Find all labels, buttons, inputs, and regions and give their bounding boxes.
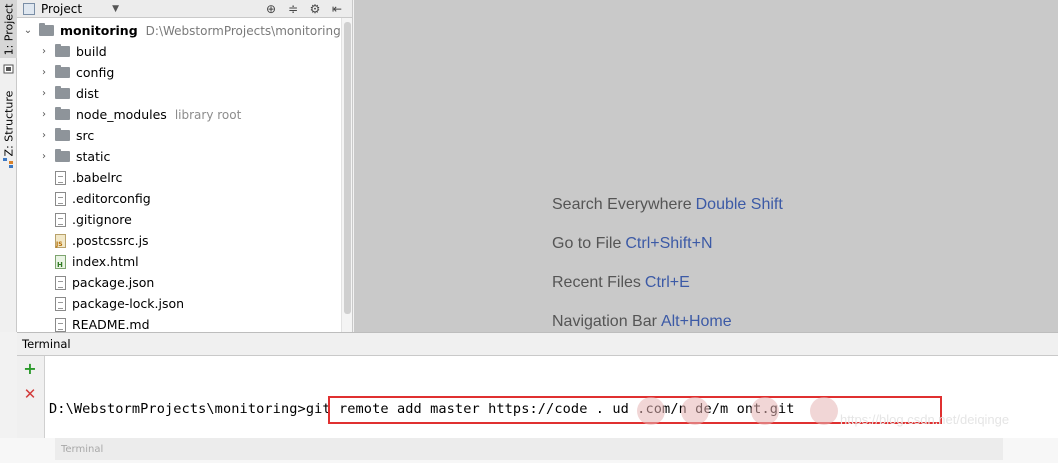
text-file-icon (55, 191, 66, 206)
tree-item-label: src (76, 128, 95, 143)
hint-go-to-file: Go to File Ctrl+Shift+N (552, 235, 713, 253)
chevron-right-icon[interactable]: › (37, 109, 51, 120)
project-panel-header: Project ▼ ⊕ ≑ ⚙ ⇤ (17, 0, 352, 18)
folder-icon (55, 107, 70, 120)
project-scrollbar-thumb[interactable] (344, 22, 351, 314)
redaction-mark (810, 397, 838, 425)
tree-item-label: config (76, 65, 115, 80)
hint-label: Search Everywhere (552, 196, 692, 213)
hint-recent-files: Recent Files Ctrl+E (552, 274, 690, 292)
tree-item-label: package-lock.json (72, 296, 185, 311)
tree-item-build[interactable]: › build (37, 41, 107, 62)
hint-shortcut: Ctrl+E (644, 274, 690, 291)
library-root-hint: library root (174, 107, 242, 122)
terminal-title: Terminal (22, 337, 71, 351)
project-panel-title[interactable]: Project (41, 2, 82, 16)
tree-item-gitignore[interactable]: .gitignore (51, 209, 132, 230)
watermark: https://blog.csdn.net/deiqinge (840, 412, 1010, 427)
chevron-right-icon[interactable]: › (37, 88, 51, 99)
folder-icon (55, 86, 70, 99)
tree-item-label: .editorconfig (72, 191, 151, 206)
project-scrollbar[interactable] (341, 18, 352, 332)
tree-item-label: .gitignore (72, 212, 132, 227)
hint-label: Recent Files (552, 274, 641, 291)
chevron-right-icon[interactable]: › (37, 67, 51, 78)
tool-tab-project-label: 1: Project (2, 3, 15, 55)
add-session-icon[interactable]: + (23, 359, 37, 378)
editor-empty-area: Search Everywhere Double Shift Go to File… (354, 0, 1058, 332)
redaction-mark (637, 397, 665, 425)
chevron-down-icon[interactable]: ⌄ (21, 25, 35, 36)
gear-icon[interactable]: ⚙ (308, 2, 322, 16)
structure-tool-icon[interactable] (3, 158, 14, 168)
config-file-icon (55, 275, 66, 290)
close-session-icon[interactable]: ✕ (23, 385, 37, 403)
tree-item-label: build (76, 44, 107, 59)
terminal-header: Terminal (17, 332, 1058, 356)
tree-item-node-modules[interactable]: › node_modules library root (37, 104, 241, 125)
tree-item-label: .babelrc (72, 170, 123, 185)
chevron-right-icon[interactable]: › (37, 151, 51, 162)
hint-shortcut: Double Shift (695, 196, 783, 213)
tree-item-label: node_modules (76, 107, 167, 122)
tool-tab-structure[interactable]: Z: Structure (0, 88, 17, 158)
chevron-right-icon[interactable]: › (37, 46, 51, 57)
tree-item-editorconfig[interactable]: .editorconfig (51, 188, 151, 209)
tree-item-babelrc[interactable]: .babelrc (51, 167, 122, 188)
tool-tab-project[interactable]: 1: Project (0, 0, 17, 58)
js-file-icon (55, 233, 66, 248)
tree-item-package-lock-json[interactable]: package-lock.json (51, 293, 184, 314)
root-path: D:\WebstormProjects\monitoring (145, 23, 341, 38)
tree-item-index-html[interactable]: index.html (51, 251, 139, 272)
terminal-prompt: D:\WebstormProjects\monitoring> (49, 401, 306, 417)
chevron-right-icon[interactable]: › (37, 130, 51, 141)
tree-item-label: README.md (72, 317, 150, 332)
tree-item-readme[interactable]: README.md (51, 314, 150, 332)
tree-item-package-json[interactable]: package.json (51, 272, 154, 293)
chevron-down-icon[interactable]: ▼ (112, 4, 119, 14)
tree-item-label: static (76, 149, 111, 164)
terminal-toolbar: + ✕ (17, 356, 45, 438)
redaction-mark (681, 397, 709, 425)
tree-root[interactable]: ⌄ monitoring D:\WebstormProjects\monitor… (21, 20, 341, 41)
tree-item-postcssrc[interactable]: .postcssrc.js (51, 230, 149, 251)
collapse-icon[interactable]: ≑ (286, 2, 300, 16)
bottom-tab-label: Terminal (61, 443, 104, 455)
tree-item-label: package.json (72, 275, 155, 290)
config-file-icon (55, 296, 66, 311)
config-file-icon (55, 170, 66, 185)
tree-item-label: .postcssrc.js (72, 233, 149, 248)
tree-item-label: dist (76, 86, 99, 101)
project-panel: Project ▼ ⊕ ≑ ⚙ ⇤ ⌄ monitoring D:\Websto… (17, 0, 353, 332)
hint-label: Navigation Bar (552, 313, 657, 330)
hint-shortcut: Alt+Home (660, 313, 732, 330)
redaction-mark (751, 397, 779, 425)
hint-label: Go to File (552, 235, 622, 252)
text-file-icon (55, 317, 66, 332)
tree-item-dist[interactable]: › dist (37, 83, 99, 104)
tree-item-src[interactable]: › src (37, 125, 94, 146)
folder-icon (55, 44, 70, 57)
hide-icon[interactable]: ⇤ (330, 2, 344, 16)
hint-search-everywhere: Search Everywhere Double Shift (552, 196, 783, 214)
folder-icon (55, 128, 70, 141)
left-tool-strip: 1: Project Z: Structure (0, 0, 17, 332)
locate-icon[interactable]: ⊕ (264, 2, 278, 16)
folder-icon (55, 149, 70, 162)
project-tool-icon[interactable] (3, 64, 14, 74)
text-file-icon (55, 212, 66, 227)
hint-navigation-bar: Navigation Bar Alt+Home (552, 313, 732, 331)
root-name: monitoring (60, 23, 138, 38)
folder-icon (55, 65, 70, 78)
tool-tab-structure-label: Z: Structure (2, 90, 16, 156)
hint-shortcut: Ctrl+Shift+N (625, 235, 713, 252)
bottom-terminal-tab[interactable]: Terminal (55, 438, 1003, 460)
project-panel-tools: ⊕ ≑ ⚙ ⇤ (264, 2, 352, 16)
tree-item-label: index.html (72, 254, 139, 269)
folder-icon (39, 23, 54, 36)
html-file-icon (55, 254, 66, 269)
tree-item-static[interactable]: › static (37, 146, 110, 167)
project-view-icon (23, 2, 35, 15)
tree-item-config[interactable]: › config (37, 62, 114, 83)
